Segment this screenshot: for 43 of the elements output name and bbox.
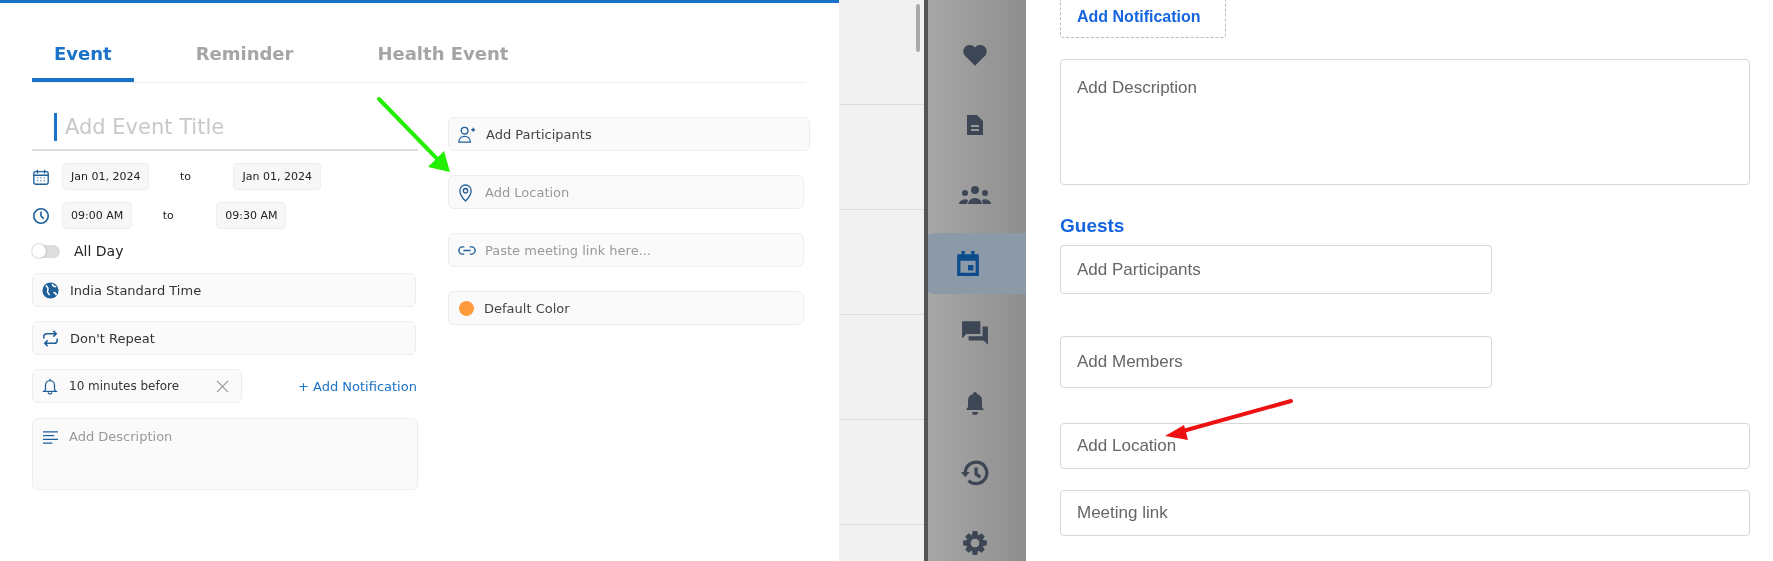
start-time[interactable]: 09:00 AM [62, 202, 133, 229]
participants-field[interactable]: Add Participants [1060, 245, 1492, 294]
map-pin-icon [458, 183, 473, 202]
end-date[interactable]: Jan 01, 2024 [233, 163, 321, 190]
repeat-select[interactable]: Don't Repeat [32, 321, 416, 355]
add-notification-link[interactable]: + Add Notification [298, 378, 417, 394]
clock-icon [32, 206, 50, 225]
participants-field[interactable]: Add Participants [448, 117, 810, 151]
meeting-link-field[interactable]: Paste meeting link here... [448, 233, 804, 267]
chat-icon [961, 320, 989, 346]
members-field[interactable]: Add Members [1060, 336, 1492, 388]
settings-icon [962, 530, 988, 557]
close-icon[interactable] [216, 379, 229, 393]
notification-select[interactable]: 10 minutes before [32, 369, 242, 403]
start-date[interactable]: Jan 01, 2024 [62, 163, 150, 190]
heart-icon [962, 42, 988, 67]
to-label: to [161, 209, 175, 222]
all-day-label: All Day [74, 243, 124, 259]
bell-icon [41, 377, 59, 395]
timezone-select[interactable]: India Standard Time [32, 273, 416, 307]
description-field[interactable]: Add Description [32, 418, 418, 490]
color-select[interactable]: Default Color [448, 291, 804, 325]
add-notification-button[interactable]: Add Notification [1060, 0, 1226, 38]
repeat-icon [41, 328, 60, 348]
location-field[interactable]: Add Location [448, 175, 804, 209]
meeting-link-field[interactable]: Meeting link [1060, 490, 1750, 536]
guests-heading: Guests [1060, 215, 1125, 237]
history-icon [961, 460, 989, 487]
bell-icon [965, 390, 985, 417]
tab[interactable]: Event [32, 31, 134, 82]
toggle-switch[interactable] [32, 244, 60, 258]
people-icon [959, 184, 991, 205]
location-field[interactable]: Add Location [1060, 423, 1750, 469]
calendar-icon [32, 167, 50, 186]
end-time[interactable]: 09:30 AM [216, 202, 287, 229]
globe-icon [41, 280, 60, 300]
link-icon [458, 245, 476, 256]
description-field[interactable]: Add Description [1060, 59, 1750, 185]
to-label: to [178, 170, 192, 183]
text-lines-icon [42, 430, 59, 445]
calendar-icon [956, 250, 980, 277]
scrollbar [916, 4, 920, 52]
add-person-icon [457, 124, 476, 144]
